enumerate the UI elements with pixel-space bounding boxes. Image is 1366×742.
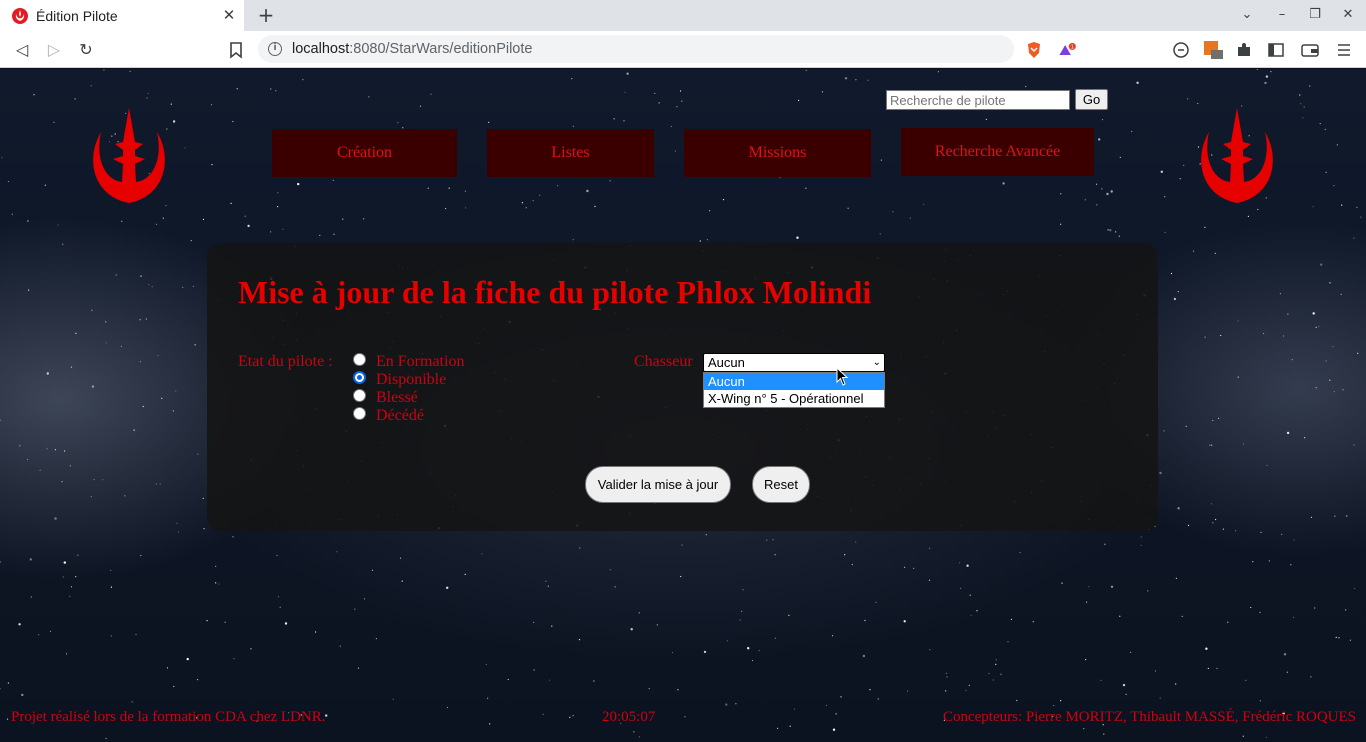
- bookmark-icon[interactable]: [226, 40, 246, 60]
- close-window-icon[interactable]: ✕: [1337, 5, 1359, 25]
- radio-en-formation[interactable]: [353, 353, 366, 366]
- chasseur-option-xwing[interactable]: X-Wing n° 5 - Opérationnel: [704, 390, 884, 407]
- brave-shields-icon[interactable]: [1024, 40, 1044, 60]
- rebel-alliance-logo-left: [93, 108, 165, 203]
- chasseur-selected-value: Aucun: [708, 355, 745, 370]
- pilot-search-input[interactable]: [886, 90, 1070, 110]
- rebel-alliance-logo-right: [1201, 108, 1273, 203]
- radio-decede[interactable]: [353, 407, 366, 420]
- address-bar[interactable]: i localhost:8080/StarWars/editionPilote: [258, 35, 1014, 63]
- rebel-alliance-favicon-icon: [12, 7, 28, 24]
- reload-icon[interactable]: ↻: [75, 39, 97, 61]
- sidebar-icon[interactable]: [1266, 40, 1286, 60]
- page-content: Go Création Listes Missions Recherche Av…: [0, 69, 1366, 742]
- minimize-window-icon[interactable]: –: [1271, 5, 1293, 25]
- close-tab-icon[interactable]: ✕: [220, 6, 238, 24]
- chasseur-select[interactable]: Aucun ⌄: [703, 353, 885, 372]
- radio-label-disponible: Disponible: [376, 371, 447, 388]
- nav-missions[interactable]: Missions: [684, 129, 871, 177]
- search-go-button[interactable]: Go: [1075, 89, 1108, 110]
- vpn-icon[interactable]: [1171, 40, 1191, 60]
- chevron-down-icon: ⌄: [872, 357, 881, 368]
- browser-toolbar: ◁ ▷ ↻ i localhost:8080/StarWars/editionP…: [0, 31, 1366, 68]
- wallet-icon[interactable]: [1300, 40, 1320, 60]
- mouse-cursor-icon: [836, 367, 849, 386]
- nav-recherche-avancee[interactable]: Recherche Avancée: [901, 128, 1094, 176]
- radio-disponible[interactable]: [353, 371, 366, 384]
- restore-window-icon[interactable]: ❐: [1304, 5, 1326, 25]
- nav-creation[interactable]: Création: [272, 129, 457, 177]
- tab-search-chevron-icon[interactable]: ⌄: [1236, 5, 1258, 25]
- radio-label-decede: Décédé: [376, 407, 424, 424]
- back-icon[interactable]: ◁: [11, 39, 33, 61]
- submit-update-button[interactable]: Valider la mise à jour: [585, 466, 731, 503]
- menu-icon[interactable]: [1334, 40, 1354, 60]
- chasseur-dropdown-list: Aucun X-Wing n° 5 - Opérationnel: [703, 372, 885, 408]
- page-title: Mise à jour de la fiche du pilote Phlox …: [238, 274, 872, 310]
- extension-off-icon[interactable]: [1203, 40, 1223, 60]
- chasseur-option-aucun[interactable]: Aucun: [704, 373, 884, 390]
- chasseur-label: Chasseur: [634, 353, 693, 370]
- tab-title: Édition Pilote: [36, 7, 118, 24]
- forward-icon[interactable]: ▷: [43, 39, 65, 61]
- radio-blesse[interactable]: [353, 389, 366, 402]
- radio-label-en-formation: En Formation: [376, 353, 465, 370]
- browser-tab[interactable]: Édition Pilote ✕: [0, 0, 244, 31]
- brave-rewards-icon[interactable]: 1: [1058, 40, 1078, 60]
- footer-authors: Concepteurs: Pierre MORITZ, Thibault MAS…: [942, 709, 1356, 725]
- etat-label: Etat du pilote :: [238, 353, 333, 370]
- footer-clock: 20:05:07: [602, 709, 656, 725]
- nav-listes[interactable]: Listes: [487, 129, 654, 177]
- browser-tab-strip: Édition Pilote ✕ + ⌄ – ❐ ✕: [0, 0, 1366, 31]
- footer-project-note: Projet réalisé lors de la formation CDA …: [11, 709, 326, 725]
- reset-button[interactable]: Reset: [752, 466, 810, 503]
- radio-label-blesse: Blessé: [376, 389, 418, 406]
- url-text: localhost:8080/StarWars/editionPilote: [292, 41, 533, 57]
- rewards-badge: 1: [1071, 45, 1074, 51]
- new-tab-button[interactable]: +: [255, 4, 277, 26]
- extensions-puzzle-icon[interactable]: [1234, 40, 1254, 60]
- site-info-icon[interactable]: i: [268, 42, 282, 56]
